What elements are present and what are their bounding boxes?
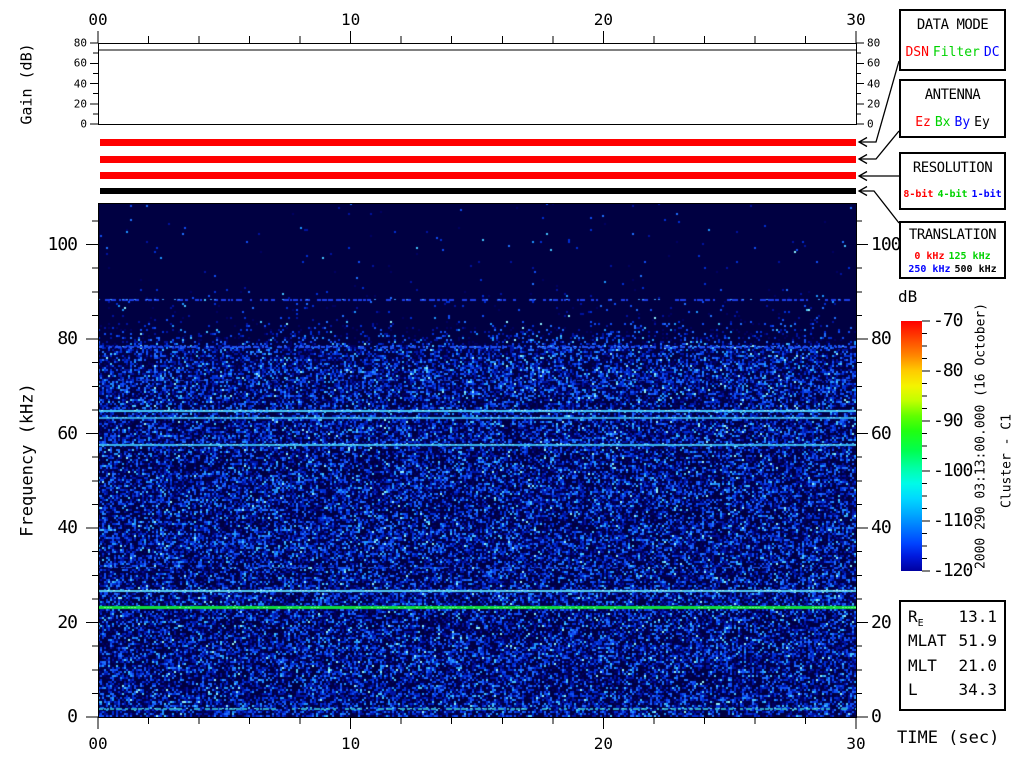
ephemeris-box: RE 13.1 MLAT 51.9 MLT 21.0 L 34.3	[899, 600, 1006, 711]
freq-ytick-label: 100	[871, 233, 901, 255]
gain-ytick-label: 80	[73, 36, 87, 50]
translation-title: TRANSLATION	[908, 227, 997, 243]
option-4bit: 4-bit	[937, 189, 968, 200]
ephemeris-label: RE	[908, 607, 924, 630]
translation-panel: TRANSLATION 0 kHz 125 kHz 250 kHz 500 kHz	[899, 221, 1006, 279]
time-tick-label-bottom: 20	[593, 734, 613, 753]
colorbar-tick-label: -100	[933, 460, 973, 481]
frequency-axis-label: Frequency (kHz)	[17, 383, 38, 537]
gain-ytick-label: 20	[867, 97, 881, 111]
option-dc: DC	[983, 45, 1000, 60]
gain-ytick-label: 20	[73, 97, 87, 111]
option-filter: Filter	[932, 45, 980, 60]
ephemeris-label: MLT	[908, 655, 937, 675]
option-by: By	[954, 115, 971, 130]
resolution-panel: RESOLUTION 8-bit 4-bit 1-bit	[899, 152, 1006, 210]
freq-ytick-label: 40	[57, 517, 78, 539]
antenna-panel: ANTENNA Ez Bx By Ey	[899, 79, 1006, 138]
option-8bit: 8-bit	[903, 189, 934, 200]
option-ez: Ez	[915, 115, 931, 130]
gain-axis-label: Gain (dB)	[17, 43, 36, 125]
ephemeris-value: 13.1	[958, 607, 997, 626]
option-500khz: 500 kHz	[954, 264, 997, 275]
spectrogram-canvas	[98, 203, 856, 717]
data-mode-title: DATA MODE	[916, 17, 989, 33]
option-bx: Bx	[934, 115, 951, 130]
ephemeris-row-mlt: MLT 21.0	[908, 655, 997, 678]
gain-ytick-label: 0	[867, 117, 874, 131]
freq-ytick-label: 80	[57, 328, 78, 350]
time-tick-label-top: 10	[341, 10, 361, 29]
option-dsn: DSN	[905, 45, 929, 60]
freq-ytick-label: 0	[67, 706, 78, 727]
option-0khz: 0 kHz	[914, 251, 945, 262]
colorbar-tick-label: -110	[933, 510, 973, 531]
freq-ytick-label: 40	[871, 517, 892, 539]
freq-ytick-label: 60	[57, 422, 78, 444]
ephemeris-row-mlat: MLAT 51.9	[908, 633, 997, 653]
antenna-options: Ez Bx By Ey	[901, 115, 1004, 130]
time-tick-label-top: 20	[593, 10, 613, 29]
colorbar-gradient	[901, 321, 922, 571]
gain-ytick-label: 60	[73, 56, 87, 70]
antenna-bar	[100, 156, 856, 163]
ephemeris-label: MLAT	[908, 631, 947, 651]
antenna-title: ANTENNA	[924, 87, 981, 103]
colorbar-tick-label: -70	[933, 310, 963, 331]
wbd-spectrogram-page: Gain (dB) Frequency (kHz) dB TIME (sec) …	[0, 0, 1024, 768]
ephemeris-value: 34.3	[958, 679, 997, 699]
timestamp-annotation: 2000 290 03:13:00.000 (16 October)	[973, 302, 989, 570]
time-tick-label-top: 00	[88, 10, 108, 29]
translation-bar	[100, 188, 856, 194]
ephemeris-label: L	[908, 679, 918, 699]
time-tick-label-bottom: 10	[341, 734, 361, 753]
option-125khz: 125 kHz	[948, 251, 991, 262]
colorbar-db-label: dB	[898, 287, 918, 306]
freq-ytick-label: 100	[47, 233, 77, 255]
colorbar-tick-label: -80	[933, 360, 963, 381]
gain-ytick-label: 80	[867, 36, 881, 50]
option-1bit: 1-bit	[971, 189, 1002, 200]
translation-options-row2: 250 kHz 500 kHz	[901, 263, 1004, 276]
freq-ytick-label: 60	[871, 422, 892, 444]
colorbar-tick-label: -120	[933, 560, 973, 581]
ephemeris-row-re: RE 13.1	[908, 607, 997, 630]
time-tick-label-bottom: 30	[846, 734, 866, 753]
gain-ytick-label: 60	[867, 56, 881, 70]
ephemeris-row-l: L 34.3	[908, 679, 997, 702]
gain-ytick-label: 40	[867, 77, 881, 90]
freq-ytick-label: 20	[57, 611, 78, 633]
spacecraft-annotation: Cluster - C1	[999, 414, 1015, 508]
time-axis-label: TIME (sec)	[897, 728, 1000, 748]
gain-ytick-label: 40	[73, 77, 87, 90]
translation-options-row1: 0 kHz 125 kHz	[901, 250, 1004, 263]
ephemeris-value: 51.9	[958, 631, 997, 651]
resolution-options: 8-bit 4-bit 1-bit	[901, 188, 1004, 201]
data-mode-options: DSN Filter DC	[901, 45, 1004, 60]
freq-ytick-label: 20	[871, 611, 892, 633]
ephemeris-value: 21.0	[958, 655, 997, 675]
colorbar-tick-label: -90	[933, 410, 963, 431]
gain-ytick-label: 0	[80, 117, 87, 131]
time-tick-label-top: 30	[846, 10, 866, 29]
data-mode-bar	[100, 139, 856, 146]
data-mode-panel: DATA MODE DSN Filter DC	[899, 9, 1006, 71]
time-tick-label-bottom: 00	[88, 734, 108, 753]
freq-ytick-label: 80	[871, 328, 892, 350]
resolution-title: RESOLUTION	[912, 160, 993, 176]
resolution-bar	[100, 172, 856, 179]
freq-ytick-label: 0	[871, 706, 882, 727]
option-250khz: 250 kHz	[908, 264, 951, 275]
option-ey: Ey	[974, 115, 990, 130]
